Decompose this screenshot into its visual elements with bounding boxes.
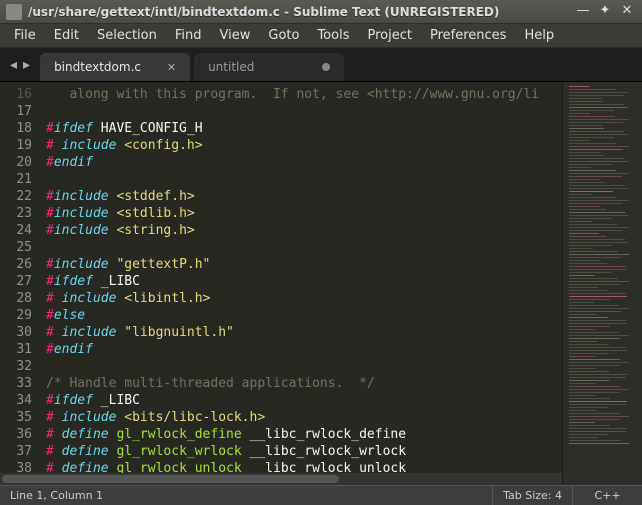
forward-button[interactable]: ▸ xyxy=(23,57,30,73)
code-line: #endif xyxy=(46,154,562,171)
code-line: # include <bits/libc-lock.h> xyxy=(46,409,562,426)
line-number: 22 xyxy=(0,188,32,205)
window-title: /usr/share/gettext/intl/bindtextdom.c - … xyxy=(28,5,570,19)
code-line: #ifdef HAVE_CONFIG_H xyxy=(46,120,562,137)
code-line xyxy=(46,103,562,120)
code-line: along with this program. If not, see <ht… xyxy=(46,86,562,103)
code-line: #ifdef _LIBC xyxy=(46,273,562,290)
line-number: 17 xyxy=(0,103,32,120)
line-number: 37 xyxy=(0,443,32,460)
code-line: #include <stddef.h> xyxy=(46,188,562,205)
line-number: 26 xyxy=(0,256,32,273)
line-number: 32 xyxy=(0,358,32,375)
menu-bar: FileEditSelectionFindViewGotoToolsProjec… xyxy=(0,24,642,48)
status-syntax[interactable]: C++ xyxy=(572,486,642,505)
line-number: 35 xyxy=(0,409,32,426)
line-number: 16 xyxy=(0,86,32,103)
line-number: 21 xyxy=(0,171,32,188)
status-bar: Line 1, Column 1 Tab Size: 4 C++ xyxy=(0,485,642,505)
status-tabsize[interactable]: Tab Size: 4 xyxy=(492,486,572,505)
tab-label: untitled xyxy=(208,60,254,74)
code-line: # include "libgnuintl.h" xyxy=(46,324,562,341)
menu-find[interactable]: Find xyxy=(167,26,210,45)
line-number: 30 xyxy=(0,324,32,341)
tab-bar: ◂ ▸ bindtextdom.c ✕ untitled xyxy=(0,48,642,82)
line-number: 36 xyxy=(0,426,32,443)
menu-view[interactable]: View xyxy=(212,26,259,45)
line-number: 34 xyxy=(0,392,32,409)
code-line: /* Handle multi-threaded applications. *… xyxy=(46,375,562,392)
back-button[interactable]: ◂ xyxy=(10,57,17,73)
code-line: #ifdef _LIBC xyxy=(46,392,562,409)
window-titlebar: /usr/share/gettext/intl/bindtextdom.c - … xyxy=(0,0,642,24)
code-line xyxy=(46,171,562,188)
line-number-gutter: 1617181920212223242526272829303132333435… xyxy=(0,82,40,485)
tab-bindtextdom-c[interactable]: bindtextdom.c ✕ xyxy=(40,53,190,81)
window-minimize-button[interactable]: — xyxy=(574,4,592,20)
tab-close-icon[interactable]: ✕ xyxy=(167,61,176,74)
horizontal-scrollbar-thumb[interactable] xyxy=(2,475,339,483)
menu-project[interactable]: Project xyxy=(359,26,419,45)
code-line xyxy=(46,358,562,375)
history-nav: ◂ ▸ xyxy=(0,57,40,81)
line-number: 29 xyxy=(0,307,32,324)
code-line: # include <libintl.h> xyxy=(46,290,562,307)
line-number: 19 xyxy=(0,137,32,154)
menu-edit[interactable]: Edit xyxy=(46,26,87,45)
line-number: 25 xyxy=(0,239,32,256)
line-number: 24 xyxy=(0,222,32,239)
window-close-button[interactable]: ✕ xyxy=(618,4,636,20)
code-line: #endif xyxy=(46,341,562,358)
menu-selection[interactable]: Selection xyxy=(89,26,165,45)
code-line: #include "gettextP.h" xyxy=(46,256,562,273)
code-line: #else xyxy=(46,307,562,324)
editor-area: 1617181920212223242526272829303132333435… xyxy=(0,82,642,485)
tab-untitled[interactable]: untitled xyxy=(194,53,344,81)
menu-file[interactable]: File xyxy=(6,26,44,45)
app-icon xyxy=(6,4,22,20)
code-line xyxy=(46,239,562,256)
code-editor[interactable]: along with this program. If not, see <ht… xyxy=(40,82,562,485)
line-number: 20 xyxy=(0,154,32,171)
code-line: # define gl_rwlock_define __libc_rwlock_… xyxy=(46,426,562,443)
window-maximize-button[interactable]: ✦ xyxy=(596,4,614,20)
horizontal-scrollbar[interactable] xyxy=(0,473,562,485)
line-number: 23 xyxy=(0,205,32,222)
code-line: #include <string.h> xyxy=(46,222,562,239)
line-number: 18 xyxy=(0,120,32,137)
code-line: #include <stdlib.h> xyxy=(46,205,562,222)
dirty-indicator-icon xyxy=(322,63,330,71)
line-number: 28 xyxy=(0,290,32,307)
code-line: # include <config.h> xyxy=(46,137,562,154)
menu-goto[interactable]: Goto xyxy=(260,26,307,45)
line-number: 33 xyxy=(0,375,32,392)
code-line: # define gl_rwlock_wrlock __libc_rwlock_… xyxy=(46,443,562,460)
status-position[interactable]: Line 1, Column 1 xyxy=(0,486,492,505)
line-number: 27 xyxy=(0,273,32,290)
menu-preferences[interactable]: Preferences xyxy=(422,26,514,45)
tab-label: bindtextdom.c xyxy=(54,60,141,74)
line-number: 31 xyxy=(0,341,32,358)
menu-help[interactable]: Help xyxy=(516,26,562,45)
menu-tools[interactable]: Tools xyxy=(309,26,357,45)
minimap[interactable] xyxy=(562,82,642,485)
